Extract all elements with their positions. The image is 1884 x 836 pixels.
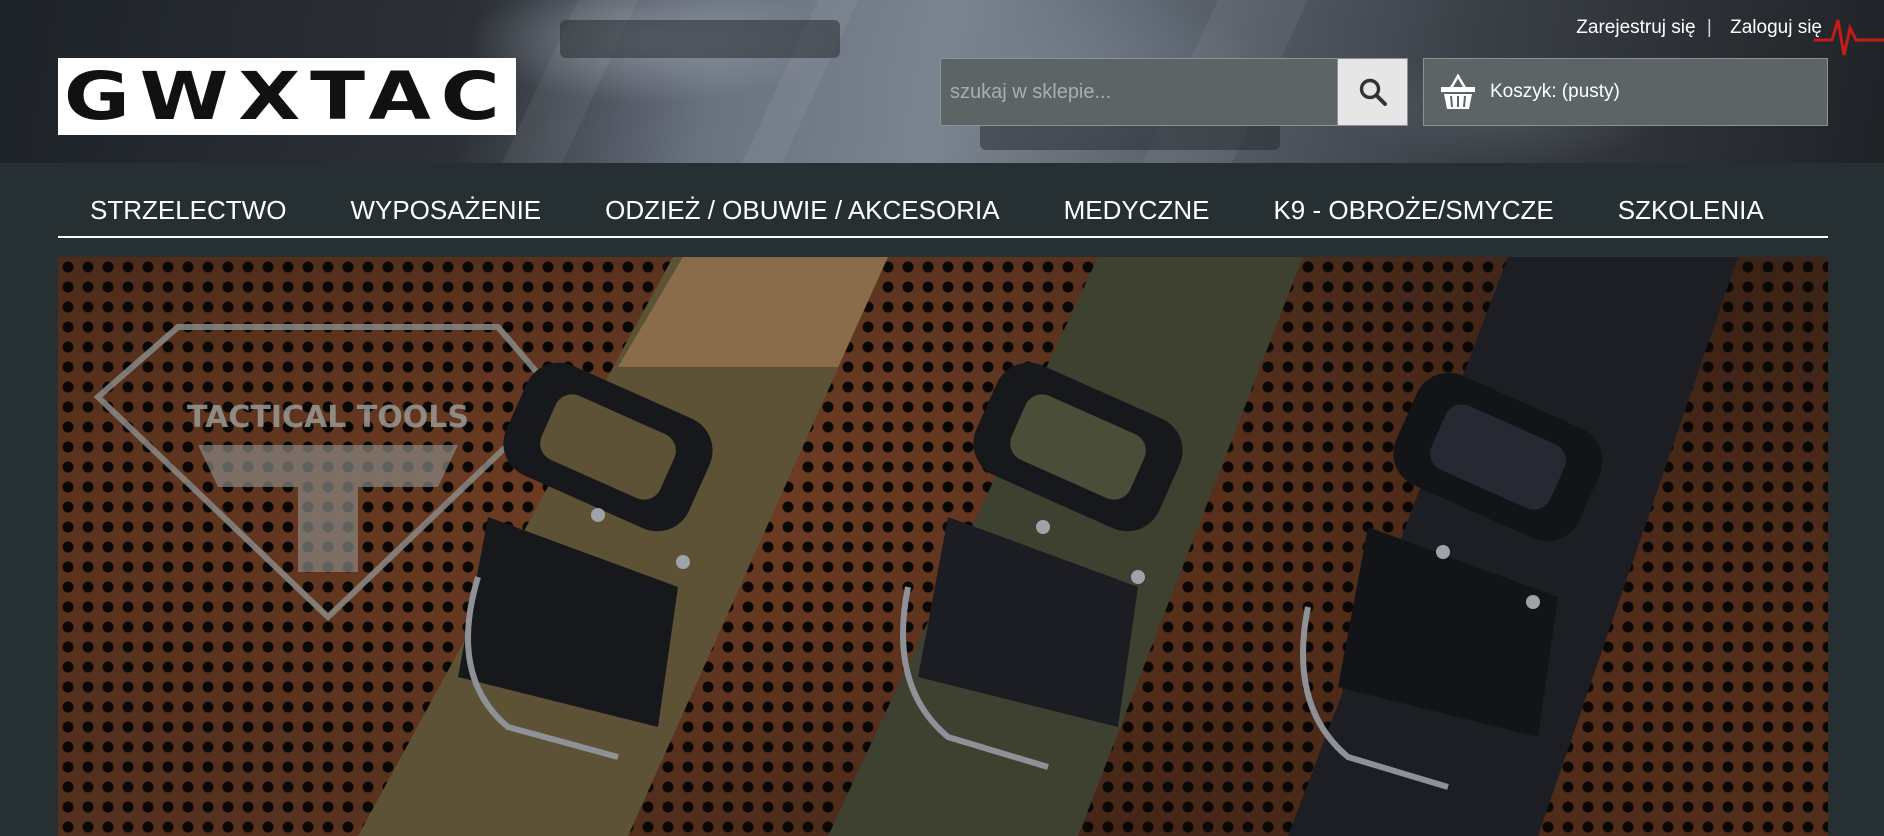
nav-item-k9[interactable]: K9 - OBROŻE/SMYCZE	[1241, 190, 1585, 230]
basket-icon	[1441, 73, 1475, 109]
login-link[interactable]: Zaloguj się	[1730, 17, 1822, 38]
hero-banner[interactable]: TACTICAL TOOLS	[58, 257, 1828, 836]
belt-olive	[828, 257, 1303, 836]
site-logo[interactable]: GWXTAC	[58, 58, 516, 135]
ekg-decoration	[1814, 19, 1884, 56]
main-navigation: STRZELECTWO WYPOSAŻENIE ODZIEŻ / OBUWIE …	[58, 190, 1828, 238]
tactical-tools-text: TACTICAL TOOLS	[187, 400, 469, 435]
nav-item-strzelectwo[interactable]: STRZELECTWO	[58, 190, 318, 230]
search-box	[940, 58, 1339, 126]
cart-button[interactable]: Koszyk: (pusty)	[1423, 58, 1828, 126]
nav-item-odziez[interactable]: ODZIEŻ / OBUWIE / AKCESORIA	[573, 190, 1031, 230]
nav-item-medyczne[interactable]: MEDYCZNE	[1032, 190, 1242, 230]
logo-text: GWXTAC	[64, 58, 510, 135]
belts-photo: TACTICAL TOOLS	[93, 257, 1738, 836]
register-link[interactable]: Zarejestruj się	[1576, 17, 1695, 38]
search-button[interactable]	[1338, 58, 1408, 126]
search-input[interactable]	[941, 59, 1339, 125]
belt-black	[1288, 257, 1738, 836]
nav-item-szkolenia[interactable]: SZKOLENIA	[1586, 190, 1796, 230]
account-links: Zarejestruj się | Zaloguj się	[1566, 17, 1822, 39]
link-separator: |	[1706, 17, 1712, 38]
search-icon	[1359, 78, 1387, 106]
belt-coyote	[358, 257, 888, 836]
cart-label: Koszyk: (pusty)	[1490, 81, 1620, 102]
header: Zarejestruj się | Zaloguj się GWXTAC Kos…	[0, 0, 1884, 163]
nav-item-wyposazenie[interactable]: WYPOSAŻENIE	[318, 190, 573, 230]
